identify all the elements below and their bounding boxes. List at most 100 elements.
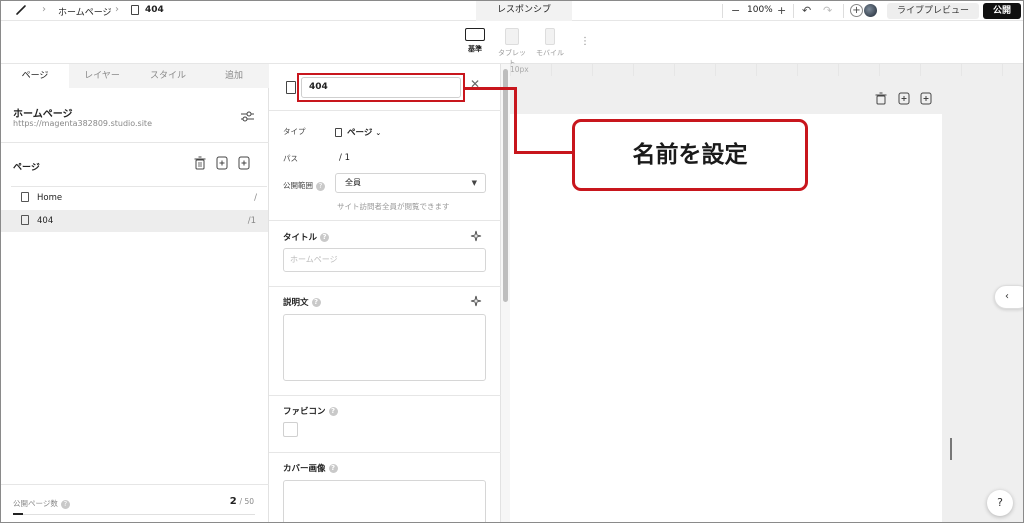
monitor-icon [465, 28, 485, 41]
chevron-down-icon: ⌄ [375, 129, 382, 137]
visibility-value: 全員 [345, 178, 361, 187]
right-panel-toggle[interactable]: ‹ [994, 285, 1023, 309]
annotation-callout: 名前を設定 [572, 119, 808, 191]
help-icon[interactable]: ? [311, 298, 321, 307]
visibility-label: 公開範囲? [283, 180, 325, 191]
annotation-leader-line [514, 151, 574, 154]
page-path: / [254, 193, 257, 203]
help-button[interactable]: ? [987, 490, 1013, 516]
breadcrumb-home[interactable]: ホームページ [58, 5, 112, 18]
path-value[interactable]: / 1 [339, 153, 350, 163]
path-label: パス [283, 154, 298, 163]
ai-sparkle-icon[interactable] [470, 295, 482, 307]
title-label: タイトル? [283, 231, 330, 243]
device-tablet[interactable]: タブレット [495, 28, 529, 68]
visibility-select[interactable]: 全員 ▼ [335, 173, 486, 193]
trash-icon[interactable] [194, 156, 206, 170]
home-page-icon [21, 191, 29, 202]
favicon-upload[interactable] [283, 422, 298, 437]
tab-styles[interactable]: スタイル [135, 64, 201, 88]
app-window: › ホームページ › 404 レスポンシブ − 100% + ↶ ↷ + ライブ… [0, 0, 1024, 523]
top-bar: › ホームページ › 404 レスポンシブ − 100% + ↶ ↷ + ライブ… [1, 1, 1023, 21]
add-page-icon[interactable] [238, 156, 250, 170]
device-mobile[interactable]: モバイル [536, 28, 564, 58]
redo-icon[interactable]: ↷ [823, 4, 832, 17]
description-textarea[interactable] [283, 314, 486, 381]
help-icon[interactable]: ? [60, 499, 70, 509]
published-progress-fill [13, 513, 23, 515]
page-list-item-404[interactable]: 404 /1 [1, 210, 268, 232]
published-count: 2 [229, 496, 237, 507]
tab-layers[interactable]: レイヤー [69, 64, 135, 88]
published-progress-track [13, 514, 255, 515]
help-icon[interactable]: ? [320, 233, 330, 242]
favicon-label-text: ファビコン [283, 407, 326, 417]
divider [269, 452, 501, 453]
duplicate-page-icon[interactable] [216, 156, 228, 170]
page-settings-panel: 404 ✕ タイプ ページ ⌄ パス / 1 公開範囲? 全員 ▼ サイト訪問者全… [269, 64, 501, 522]
device-switcher: 基準 タブレット モバイル ⋮ [1, 22, 1023, 67]
ai-sparkle-icon[interactable] [470, 230, 482, 242]
visibility-label-text: 公開範囲 [283, 181, 313, 190]
page-doc-icon [131, 5, 139, 15]
publish-button[interactable]: 公開 [983, 3, 1021, 19]
resize-handle[interactable] [950, 438, 952, 460]
mobile-icon [545, 28, 555, 45]
title-input[interactable]: ホームページ [283, 248, 486, 272]
type-dropdown[interactable]: ページ ⌄ [335, 126, 381, 138]
type-label: タイプ [283, 127, 306, 136]
description-label: 説明文? [283, 296, 321, 308]
annotation-leader-line [514, 87, 517, 153]
divider [1, 142, 269, 143]
left-panel: ページ レイヤー スタイル 追加 ホームページ https://magenta3… [1, 64, 269, 522]
chevron-right-icon: › [42, 4, 46, 15]
published-pages-text: 公開ページ数 [13, 499, 58, 508]
divider [269, 220, 501, 221]
avatar[interactable] [863, 3, 878, 18]
page-doc-icon [286, 81, 296, 94]
settings-scrollbar-thumb[interactable] [503, 69, 508, 302]
tab-pages[interactable]: ページ [1, 64, 69, 88]
page-doc-icon [335, 128, 342, 137]
annotation-highlight-box [297, 73, 465, 102]
settings-sliders-icon[interactable] [241, 111, 254, 122]
published-pages-count: 2 / 50 [230, 496, 254, 507]
page-doc-icon [21, 214, 29, 225]
divider [793, 4, 794, 18]
more-options-icon[interactable]: ⋮ [580, 36, 590, 47]
page-list-item-home[interactable]: Home / [11, 187, 269, 209]
divider [843, 4, 844, 18]
description-label-text: 説明文 [283, 298, 309, 308]
undo-icon[interactable]: ↶ [802, 4, 811, 17]
edit-pen-icon[interactable] [15, 4, 27, 16]
published-total: / 50 [239, 497, 254, 506]
cover-image-label: カバー画像? [283, 462, 338, 474]
favicon-label: ファビコン? [283, 405, 338, 417]
divider [269, 110, 501, 111]
help-icon[interactable]: ? [316, 181, 325, 191]
dropdown-arrow-icon: ▼ [471, 179, 477, 187]
zoom-in-button[interactable]: + [777, 4, 786, 17]
site-url[interactable]: https://magenta382809.studio.site [13, 119, 152, 128]
ruler-label: 10px [510, 65, 529, 74]
cover-image-upload[interactable] [283, 480, 486, 522]
published-pages-label: 公開ページ数? [13, 498, 70, 509]
help-icon[interactable]: ? [328, 464, 338, 473]
tab-add[interactable]: 追加 [201, 64, 267, 88]
divider [269, 395, 501, 396]
divider [722, 4, 723, 18]
trash-icon[interactable] [875, 92, 887, 105]
breadcrumb-current-page[interactable]: 404 [145, 5, 164, 15]
duplicate-page-icon[interactable] [898, 92, 910, 105]
help-icon[interactable]: ? [328, 407, 338, 416]
live-preview-button[interactable]: ライブプレビュー [887, 3, 979, 19]
add-member-button[interactable]: + [850, 4, 863, 17]
zoom-level[interactable]: 100% [747, 5, 773, 15]
device-desktop[interactable]: 基準 [464, 28, 486, 54]
zoom-out-button[interactable]: − [731, 4, 740, 17]
add-page-icon[interactable] [920, 92, 932, 105]
page-name: 404 [37, 216, 54, 226]
device-label: 基準 [468, 45, 482, 53]
responsive-tab[interactable]: レスポンシブ [476, 1, 572, 21]
pages-section-title: ページ [13, 163, 40, 173]
